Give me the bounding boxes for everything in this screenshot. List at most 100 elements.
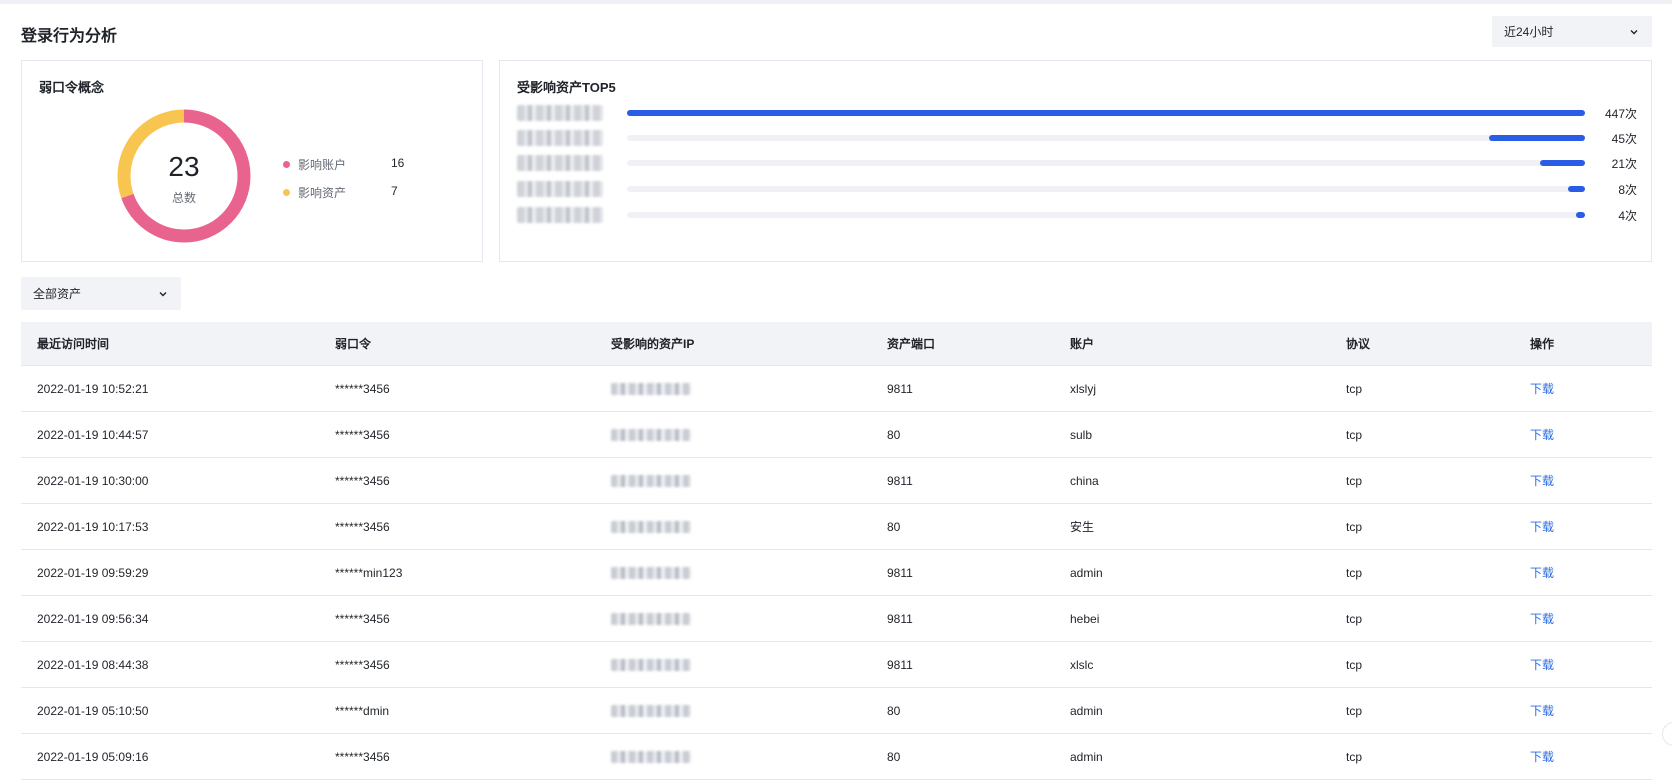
- row-account: admin: [1070, 565, 1103, 580]
- row-ip: [611, 734, 691, 779]
- page-title: 登录行为分析: [21, 28, 118, 45]
- bar-value: 45次: [1611, 132, 1637, 146]
- top-asset-row: 21次: [517, 155, 1637, 171]
- row-protocol: tcp: [1346, 657, 1363, 672]
- row-password: ******3456: [335, 473, 390, 488]
- column-header: 操作: [1530, 337, 1555, 351]
- column-header: 最近访问时间: [37, 337, 110, 351]
- bar-track: [627, 186, 1585, 192]
- download-link[interactable]: 下载: [1530, 504, 1554, 549]
- table-header: 最近访问时间 弱口令 受影响的资产IP 资产端口 账户 协议 操作: [21, 322, 1652, 366]
- column-header: 账户: [1070, 337, 1095, 351]
- table-row: 2022-01-19 10:30:00 ******3456 9811 china tc…: [21, 458, 1652, 504]
- table-row: 2022-01-19 05:10:50 ******dmin 80 admin tcp 下…: [21, 688, 1652, 734]
- redacted-ip: [611, 612, 691, 625]
- floating-button[interactable]: [1662, 722, 1672, 746]
- legend-label: 影响账户: [298, 158, 347, 172]
- column-header: 资产端口: [887, 337, 936, 351]
- row-time: 2022-01-19 09:59:29: [37, 565, 149, 580]
- row-time: 2022-01-19 10:17:53: [37, 519, 149, 534]
- donut-total: 23: [168, 151, 200, 182]
- asset-filter-select[interactable]: 全部资产: [21, 277, 181, 310]
- row-time: 2022-01-19 09:56:34: [37, 611, 149, 626]
- legend-label: 影响资产: [298, 186, 347, 200]
- row-time: 2022-01-19 05:09:16: [37, 749, 149, 764]
- row-port: 9811: [887, 473, 913, 488]
- row-port: 80: [887, 703, 901, 718]
- redacted-ip: [611, 704, 691, 717]
- bar-value: 4次: [1618, 209, 1637, 223]
- redacted-asset-name: [517, 105, 603, 121]
- row-protocol: tcp: [1346, 611, 1363, 626]
- redacted-ip: [611, 566, 691, 579]
- row-ip: [611, 458, 691, 503]
- row-protocol: tcp: [1346, 565, 1363, 580]
- row-password: ******3456: [335, 611, 390, 626]
- bar-fill: [1488, 135, 1585, 141]
- row-password: ******3456: [335, 519, 390, 534]
- column-header: 弱口令: [335, 337, 372, 351]
- table-row: 2022-01-19 09:59:29 ******min123 9811 admin…: [21, 550, 1652, 596]
- row-account: china: [1070, 473, 1099, 488]
- bar-fill: [1567, 186, 1585, 192]
- row-account: admin: [1070, 703, 1103, 718]
- row-account: xlslyj: [1070, 381, 1096, 396]
- row-ip: [611, 688, 691, 733]
- top-assets-title: 受影响资产TOP5: [517, 80, 616, 95]
- download-link[interactable]: 下载: [1530, 366, 1554, 411]
- download-link[interactable]: 下载: [1530, 688, 1554, 733]
- time-range-value: 近24小时: [1504, 25, 1554, 39]
- legend-dot: [283, 161, 290, 168]
- row-protocol: tcp: [1346, 749, 1363, 764]
- table-row: 2022-01-19 05:09:16 ******3456 80 admin tcp 下…: [21, 734, 1652, 780]
- donut-total-label: 总数: [171, 191, 196, 205]
- top-border: [0, 0, 1672, 4]
- bar-track: [627, 212, 1585, 218]
- table-row: 2022-01-19 08:44:38 ******3456 9811 xlslc tc…: [21, 642, 1652, 688]
- redacted-ip: [611, 382, 691, 395]
- row-time: 2022-01-19 05:10:50: [37, 703, 149, 718]
- row-port: 9811: [887, 381, 913, 396]
- redacted-asset-name: [517, 130, 603, 146]
- bar-track: [627, 160, 1585, 166]
- weak-password-title: 弱口令概念: [39, 80, 105, 95]
- redacted-asset-name: [517, 155, 603, 171]
- time-range-select[interactable]: 近24小时: [1492, 16, 1652, 47]
- row-protocol: tcp: [1346, 519, 1363, 534]
- download-link[interactable]: 下载: [1530, 458, 1554, 503]
- legend-dot: [283, 189, 290, 196]
- row-port: 80: [887, 519, 901, 534]
- download-link[interactable]: 下载: [1530, 412, 1554, 457]
- table-body: 2022-01-19 10:52:21 ******3456 9811 xlslyj t…: [21, 366, 1652, 780]
- row-time: 2022-01-19 10:52:21: [37, 381, 149, 396]
- row-account: xlslc: [1070, 657, 1094, 672]
- redacted-asset-name: [517, 181, 603, 197]
- row-ip: [611, 642, 691, 687]
- column-header: 受影响的资产IP: [611, 337, 695, 351]
- legend-item-accounts: 影响账户 16: [283, 156, 404, 173]
- download-link[interactable]: 下载: [1530, 550, 1554, 595]
- bar-fill: [627, 110, 1585, 116]
- row-password: ******3456: [335, 657, 390, 672]
- row-ip: [611, 550, 691, 595]
- download-link[interactable]: 下载: [1530, 596, 1554, 641]
- download-link[interactable]: 下载: [1530, 642, 1554, 687]
- row-time: 2022-01-19 08:44:38: [37, 657, 149, 672]
- table-row: 2022-01-19 10:17:53 ******3456 80 安生 tcp 下载: [21, 504, 1652, 550]
- row-password: ******3456: [335, 381, 390, 396]
- row-account: 安生: [1070, 520, 1095, 534]
- top-asset-row: 4次: [517, 207, 1637, 223]
- weak-password-table: 最近访问时间 弱口令 受影响的资产IP 资产端口 账户 协议 操作 2022-0…: [21, 322, 1652, 780]
- row-password: ******3456: [335, 749, 390, 764]
- top-assets-card: 受影响资产TOP5 447次 45次 21次 8次 4次: [499, 60, 1652, 262]
- row-port: 9811: [887, 657, 913, 672]
- bar-track: [627, 135, 1585, 141]
- row-password: ******min123: [335, 565, 403, 580]
- download-link[interactable]: 下载: [1530, 734, 1554, 779]
- row-ip: [611, 596, 691, 641]
- legend-value: 7: [391, 184, 398, 198]
- asset-filter-value: 全部资产: [33, 287, 82, 301]
- bar-track: [627, 110, 1585, 116]
- bar-fill: [1576, 212, 1585, 218]
- chevron-down-icon: [1630, 29, 1638, 34]
